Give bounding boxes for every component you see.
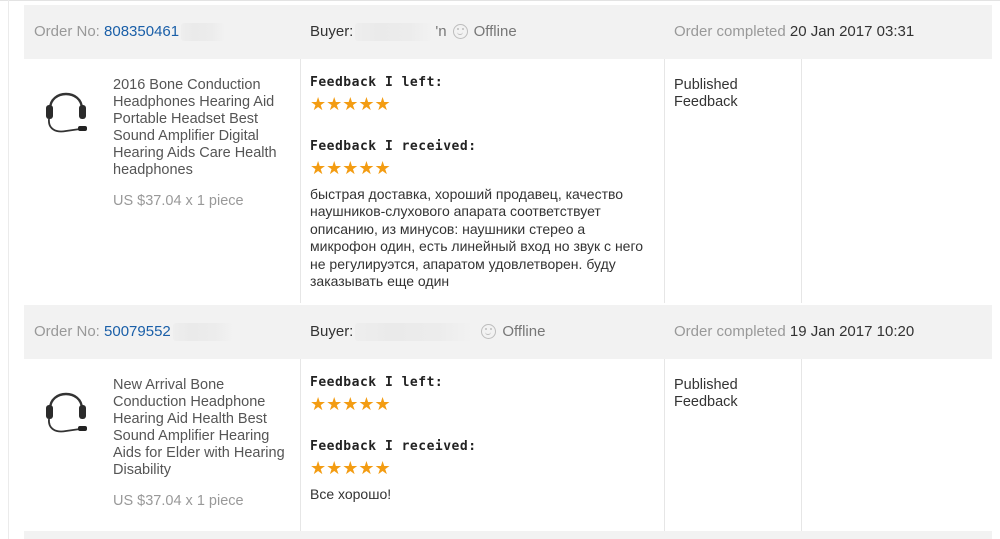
order-completed-label: Order completed — [674, 323, 786, 340]
order-number: Order No: 808350461 — [34, 5, 226, 59]
buyer-label: Buyer: — [310, 23, 354, 40]
order-number-label: Order No: — [34, 23, 100, 40]
feedback-received-label: Feedback I received: — [310, 439, 477, 454]
order-number-link[interactable]: 808350461 — [104, 23, 179, 40]
redacted-buyer-name — [355, 23, 434, 42]
feedback-comment: быстрая доставка, хороший продавец, каче… — [310, 186, 644, 290]
column-divider — [664, 59, 665, 303]
order-header: Order No: 808350461 Buyer: 'n Offline Orde… — [24, 5, 992, 59]
feedback-left-label: Feedback I left: — [310, 375, 444, 390]
product-title-link[interactable]: 2016 Bone Conduction Headphones Hearing … — [113, 77, 293, 179]
buyer-label: Buyer: — [310, 323, 354, 340]
order-number: Order No: 50079552 — [34, 305, 233, 359]
buyer-status: Offline — [473, 23, 517, 40]
buyer-status: Offline — [502, 323, 546, 340]
order-body: New Arrival Bone Conduction Headphone He… — [24, 359, 992, 531]
column-divider — [300, 59, 301, 303]
order-body: 2016 Bone Conduction Headphones Hearing … — [24, 59, 992, 303]
published-feedback-status: Published Feedback — [674, 77, 738, 110]
product-price: US $37.04 x 1 piece — [113, 193, 244, 209]
redacted-order-digits — [181, 23, 226, 42]
order-completed: Order completed 20 Jan 2017 03:31 — [674, 5, 914, 59]
order-header: Order No: 50079552 Buyer: Offline Order c… — [24, 305, 992, 359]
feedback-received-label: Feedback I received: — [310, 139, 477, 154]
column-divider — [801, 359, 802, 531]
feedback-left-stars: ★★★★★ — [310, 394, 391, 414]
order-card: Order No: 50079552 Buyer: Offline Order c… — [24, 305, 992, 531]
feedback-left-stars: ★★★★★ — [310, 94, 391, 114]
order-completed: Order completed 19 Jan 2017 10:20 — [674, 305, 914, 359]
redacted-order-digits — [172, 323, 233, 342]
feedback-received-stars: ★★★★★ — [310, 458, 391, 478]
order-completed-date: 19 Jan 2017 10:20 — [789, 323, 915, 340]
next-order-header-edge — [24, 531, 992, 539]
headset-icon[interactable] — [42, 81, 90, 139]
order-card: Order No: 808350461 Buyer: 'n Offline Orde… — [24, 5, 992, 303]
redacted-buyer-name — [355, 323, 474, 342]
column-divider — [300, 359, 301, 531]
order-number-label: Order No: — [34, 323, 100, 340]
published-feedback-status: Published Feedback — [674, 377, 738, 410]
headset-icon[interactable] — [42, 381, 90, 439]
order-number-link[interactable]: 50079552 — [104, 323, 171, 340]
page-top-border — [0, 0, 1000, 1]
feedback-comment: Все хорошо! — [310, 486, 392, 502]
buyer-name-suffix: 'n — [435, 23, 447, 40]
feedback-received-stars: ★★★★★ — [310, 158, 391, 178]
offline-smiley-icon — [481, 323, 497, 339]
product-price: US $37.04 x 1 piece — [113, 493, 244, 509]
buyer-info: Buyer: 'n Offline — [310, 5, 517, 59]
product-title-link[interactable]: New Arrival Bone Conduction Headphone He… — [113, 377, 293, 479]
feedback-left-label: Feedback I left: — [310, 75, 444, 90]
order-completed-date: 20 Jan 2017 03:31 — [789, 23, 915, 40]
column-divider — [664, 359, 665, 531]
left-border — [8, 0, 9, 539]
column-divider — [801, 59, 802, 303]
order-completed-label: Order completed — [674, 23, 786, 40]
buyer-info: Buyer: Offline — [310, 305, 545, 359]
offline-smiley-icon — [452, 23, 468, 39]
